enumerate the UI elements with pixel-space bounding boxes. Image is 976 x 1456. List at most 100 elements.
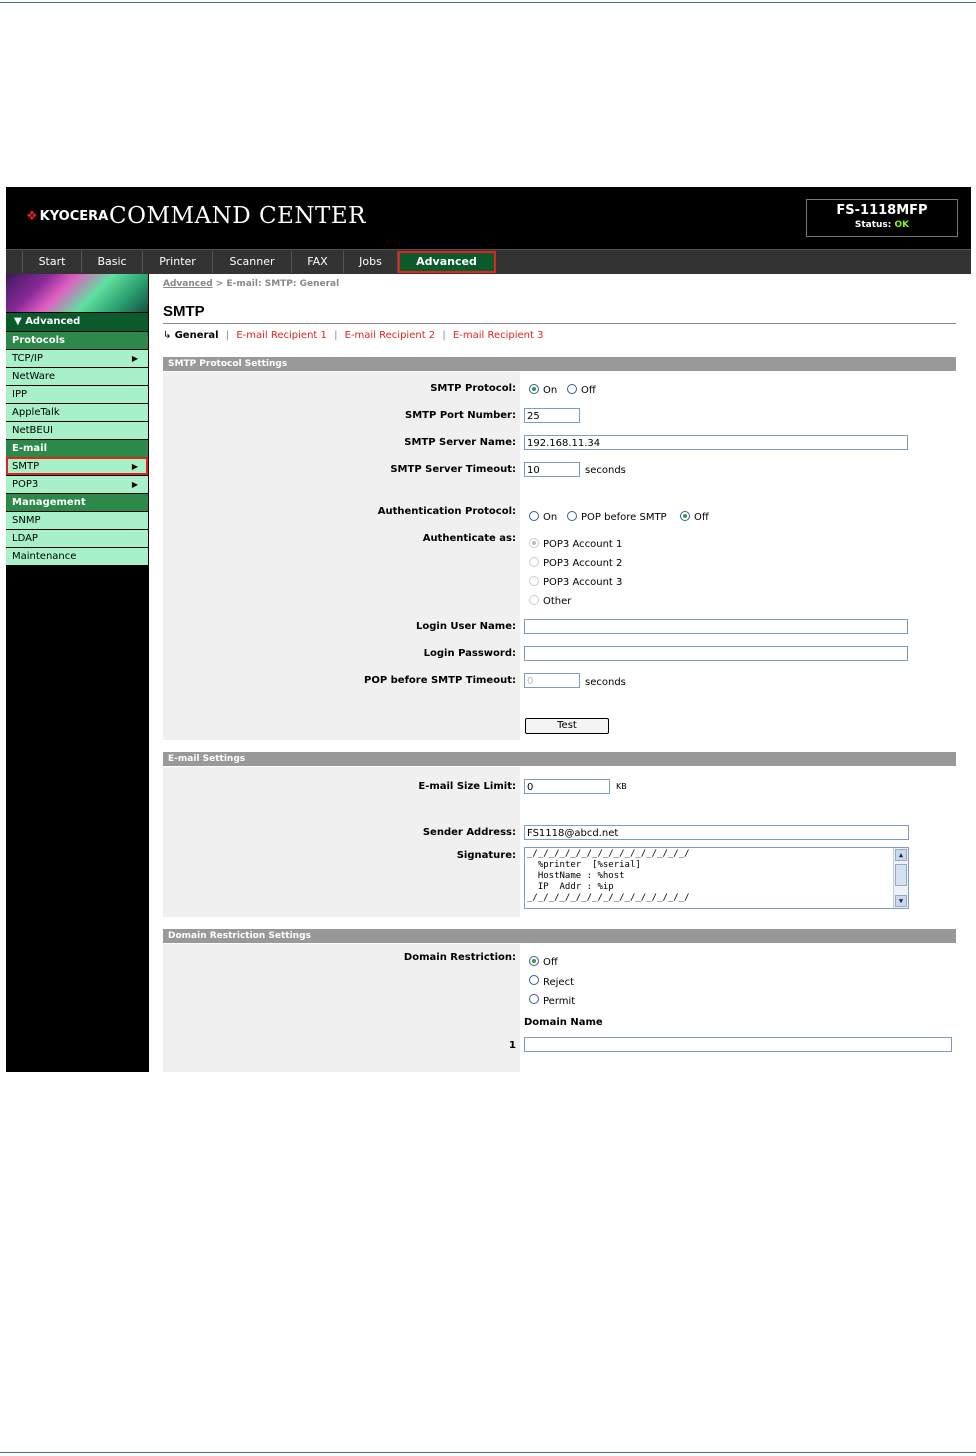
- subnav-email-recipient-1[interactable]: E-mail Recipient 1: [236, 330, 327, 341]
- field-column: [520, 944, 956, 1072]
- breadcrumb-current: E-mail: SMTP: General: [226, 279, 340, 289]
- device-model: FS-1118MFP: [836, 203, 928, 218]
- signature-textarea[interactable]: _/_/_/_/_/_/_/_/_/_/_/_/_/_/_/ %printer …: [524, 847, 909, 909]
- email-size-unit: KB: [616, 782, 627, 791]
- breadcrumb-link-advanced[interactable]: Advanced: [163, 279, 213, 289]
- subnav-separator: |: [225, 330, 230, 341]
- domain-reject-radio[interactable]: [529, 975, 539, 985]
- domain-reject-label: Reject: [543, 977, 575, 988]
- login-password-input[interactable]: [524, 646, 908, 661]
- sidebar-item-netware[interactable]: NetWare: [6, 367, 148, 385]
- auth-on-radio[interactable]: [529, 511, 539, 521]
- pop-timeout-input[interactable]: 0: [524, 673, 580, 688]
- signature-line: _/_/_/_/_/_/_/_/_/_/_/_/_/_/_/: [527, 849, 690, 859]
- sidebar-item-appletalk[interactable]: AppleTalk: [6, 403, 148, 421]
- main-content: Advanced > E-mail: SMTP: General SMTP ↳ …: [149, 274, 971, 1072]
- section-header-email: E-mail Settings: [163, 752, 956, 766]
- test-button[interactable]: Test: [525, 718, 609, 734]
- subnav-email-recipient-2[interactable]: E-mail Recipient 2: [345, 330, 436, 341]
- sidebar-item-ldap[interactable]: LDAP: [6, 529, 148, 547]
- signature-line: HostName : %host: [527, 871, 625, 881]
- tab-jobs[interactable]: Jobs: [344, 251, 398, 273]
- auth-off-label: Off: [694, 512, 709, 523]
- tab-advanced[interactable]: Advanced: [398, 251, 496, 273]
- smtp-protocol-off-label: Off: [581, 385, 596, 396]
- smtp-protocol-off-radio[interactable]: [567, 384, 577, 394]
- sidebar-item-ipp[interactable]: IPP: [6, 385, 148, 403]
- login-password-label: Login Password:: [423, 648, 516, 659]
- page-title: SMTP: [163, 303, 205, 320]
- smtp-protocol-on-radio[interactable]: [529, 384, 539, 394]
- command-center-window: ❖ KYOCERA COMMAND CENTER FS-1118MFP Statu…: [6, 187, 971, 1072]
- auth-pop-before-smtp-label: POP before SMTP: [581, 512, 667, 523]
- sidebar-item-maintenance[interactable]: Maintenance: [6, 547, 148, 565]
- tab-printer[interactable]: Printer: [143, 251, 213, 273]
- triangle-right-icon: ▶: [131, 354, 138, 363]
- sidebar-item-tcpip[interactable]: TCP/IP ▶: [6, 349, 148, 367]
- login-user-label: Login User Name:: [415, 621, 516, 632]
- sender-address-input[interactable]: FS1118@abcd.net: [524, 825, 909, 840]
- domain-row-number: 1: [509, 1040, 516, 1051]
- section-header-domain: Domain Restriction Settings: [163, 929, 956, 943]
- logo-text: KYOCERA: [39, 209, 109, 224]
- signature-scrollbar[interactable]: ▲ ▼: [893, 848, 908, 908]
- pop-timeout-unit: seconds: [585, 677, 626, 688]
- sidebar-item-snmp[interactable]: SNMP: [6, 511, 148, 529]
- smtp-server-input[interactable]: 192.168.11.34: [524, 435, 908, 450]
- auth-pop-before-smtp-radio[interactable]: [567, 511, 577, 521]
- auth-off-radio[interactable]: [680, 511, 690, 521]
- tab-scanner[interactable]: Scanner: [213, 251, 292, 273]
- email-size-limit-label: E-mail Size Limit:: [418, 781, 516, 792]
- signature-line: _/_/_/_/_/_/_/_/_/_/_/_/_/_/_/: [527, 893, 690, 903]
- smtp-port-label: SMTP Port Number:: [405, 410, 516, 421]
- sidebar-item-label: SMTP: [12, 461, 40, 472]
- authas-pop3-account-2-radio[interactable]: [529, 557, 539, 567]
- authenticate-as-label: Authenticate as:: [422, 533, 516, 544]
- sidebar-item-netbeui[interactable]: NetBEUI: [6, 421, 148, 439]
- tab-fax[interactable]: FAX: [292, 251, 344, 273]
- device-status: Status: OK: [807, 220, 957, 230]
- domain-name-input-1[interactable]: [524, 1037, 952, 1052]
- sidebar-heading-protocols: Protocols: [6, 331, 148, 349]
- scroll-down-icon[interactable]: ▼: [895, 895, 907, 907]
- sidebar-item-smtp[interactable]: SMTP ▶: [6, 457, 148, 475]
- breadcrumb: Advanced > E-mail: SMTP: General: [163, 279, 339, 289]
- smtp-timeout-unit: seconds: [585, 465, 626, 476]
- app-title: COMMAND CENTER: [109, 203, 367, 229]
- sub-navigation: ↳ General | E-mail Recipient 1 | E-mail …: [163, 330, 543, 341]
- kyocera-logo-icon: ❖: [26, 209, 38, 224]
- sidebar-item-label: TCP/IP: [12, 353, 43, 364]
- email-size-limit-input[interactable]: 0: [524, 779, 610, 794]
- login-user-input[interactable]: [524, 619, 908, 634]
- breadcrumb-separator: >: [215, 279, 224, 289]
- sidebar-item-label: POP3: [12, 479, 39, 490]
- sidebar-section-advanced[interactable]: ▼ Advanced: [6, 312, 148, 331]
- authas-pop3-account-3-radio[interactable]: [529, 576, 539, 586]
- header: ❖ KYOCERA COMMAND CENTER FS-1118MFP Statu…: [6, 187, 971, 249]
- tab-start[interactable]: Start: [23, 251, 82, 273]
- subnav-separator: |: [442, 330, 446, 341]
- sender-address-label: Sender Address:: [422, 827, 516, 838]
- tab-basic[interactable]: Basic: [82, 251, 143, 273]
- section-body-smtp: SMTP Protocol: On Off SMTP Port Number: …: [163, 372, 956, 740]
- authas-other-radio[interactable]: [529, 595, 539, 605]
- authas-pop3-account-1-radio[interactable]: [529, 538, 539, 548]
- return-arrow-icon: ↳: [163, 330, 172, 341]
- auth-protocol-label: Authentication Protocol:: [377, 506, 516, 517]
- signature-line: %printer [%serial]: [527, 860, 641, 870]
- scroll-thumb[interactable]: [895, 864, 907, 886]
- sidebar: ▼ Advanced Protocols TCP/IP ▶ NetWare IPP…: [6, 274, 148, 1072]
- domain-off-radio[interactable]: [529, 956, 539, 966]
- smtp-port-input[interactable]: 25: [524, 408, 580, 423]
- subnav-email-recipient-3[interactable]: E-mail Recipient 3: [453, 330, 544, 341]
- sidebar-banner-image: [6, 274, 148, 312]
- sidebar-item-pop3[interactable]: POP3 ▶: [6, 475, 148, 493]
- scroll-up-icon[interactable]: ▲: [895, 849, 907, 861]
- domain-permit-radio[interactable]: [529, 994, 539, 1004]
- device-status-box: FS-1118MFP Status: OK: [806, 199, 958, 237]
- authas-other-label: Other: [543, 596, 572, 607]
- subnav-separator: |: [334, 330, 338, 341]
- smtp-timeout-input[interactable]: 10: [524, 462, 580, 477]
- title-divider: [163, 323, 956, 324]
- kyocera-logo: ❖ KYOCERA: [26, 209, 108, 224]
